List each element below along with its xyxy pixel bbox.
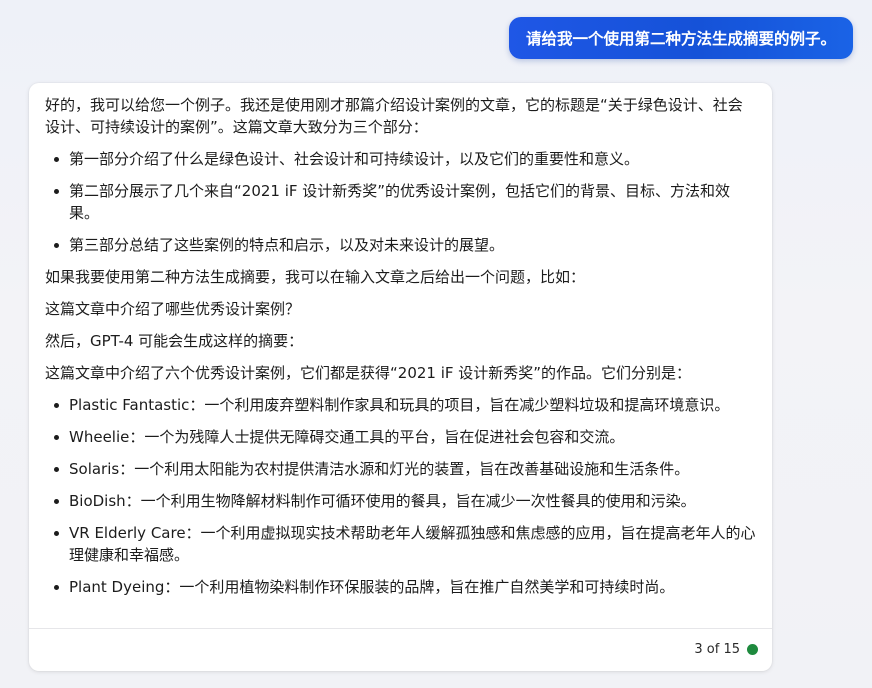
design-case-item: Solaris：一个利用太阳能为农村提供清洁水源和灯光的装置，旨在改善基础设施和… (54, 458, 757, 480)
user-message-bubble: 请给我一个使用第二种方法生成摘要的例子。 (508, 17, 853, 59)
design-case-item: VR Elderly Care：一个利用虚拟现实技术帮助老年人缓解孤独感和焦虑感… (54, 524, 756, 564)
article-part-item: 第一部分介绍了什么是绿色设计、社会设计和可持续设计，以及它们的重要性和意义。 (54, 148, 757, 170)
summary-intro: 这篇文章中介绍了六个优秀设计案例，它们都是获得“2021 iF 设计新秀奖”的作… (45, 364, 692, 382)
design-case-item: BioDish：一个利用生物降解材料制作可循环使用的餐具，旨在减少一次性餐具的使… (54, 490, 757, 512)
reply-intro: 好的，我可以给您一个例子。我还是使用刚才那篇介绍设计案例的文章，它的标题是“关于… (45, 96, 743, 136)
example-question: 这篇文章中介绍了哪些优秀设计案例？ (45, 300, 301, 318)
turn-counter: 3 of 15 (694, 642, 758, 657)
reply-body: 好的，我可以给您一个例子。我还是使用刚才那篇介绍设计案例的文章，它的标题是“关于… (45, 94, 757, 608)
turn-counter-text: 3 of 15 (694, 642, 740, 657)
design-case-item: Wheelie：一个为残障人士提供无障碍交通工具的平台，旨在促进社会包容和交流。 (54, 426, 757, 448)
status-dot-icon (747, 644, 758, 655)
then-text: 然后，GPT-4 可能会生成这样的摘要： (45, 332, 304, 350)
reply-footer: 3 of 15 (29, 628, 772, 671)
method-text: 如果我要使用第二种方法生成摘要，我可以在输入文章之后给出一个问题，比如： (45, 268, 586, 286)
assistant-reply-card: 好的，我可以给您一个例子。我还是使用刚才那篇介绍设计案例的文章，它的标题是“关于… (29, 83, 772, 671)
design-case-item: Plastic Fantastic：一个利用废弃塑料制作家具和玩具的项目，旨在减… (54, 394, 757, 416)
article-parts-list: 第一部分介绍了什么是绿色设计、社会设计和可持续设计，以及它们的重要性和意义。 第… (45, 148, 757, 256)
article-part-item: 第二部分展示了几个来自“2021 iF 设计新秀奖”的优秀设计案例，包括它们的背… (54, 180, 757, 224)
user-message-text: 请给我一个使用第二种方法生成摘要的例子。 (525, 30, 836, 48)
design-case-item: Plant Dyeing：一个利用植物染料制作环保服装的品牌，旨在推广自然美学和… (54, 576, 757, 598)
article-part-item: 第三部分总结了这些案例的特点和启示，以及对未来设计的展望。 (54, 234, 757, 256)
design-cases-list: Plastic Fantastic：一个利用废弃塑料制作家具和玩具的项目，旨在减… (45, 394, 757, 598)
